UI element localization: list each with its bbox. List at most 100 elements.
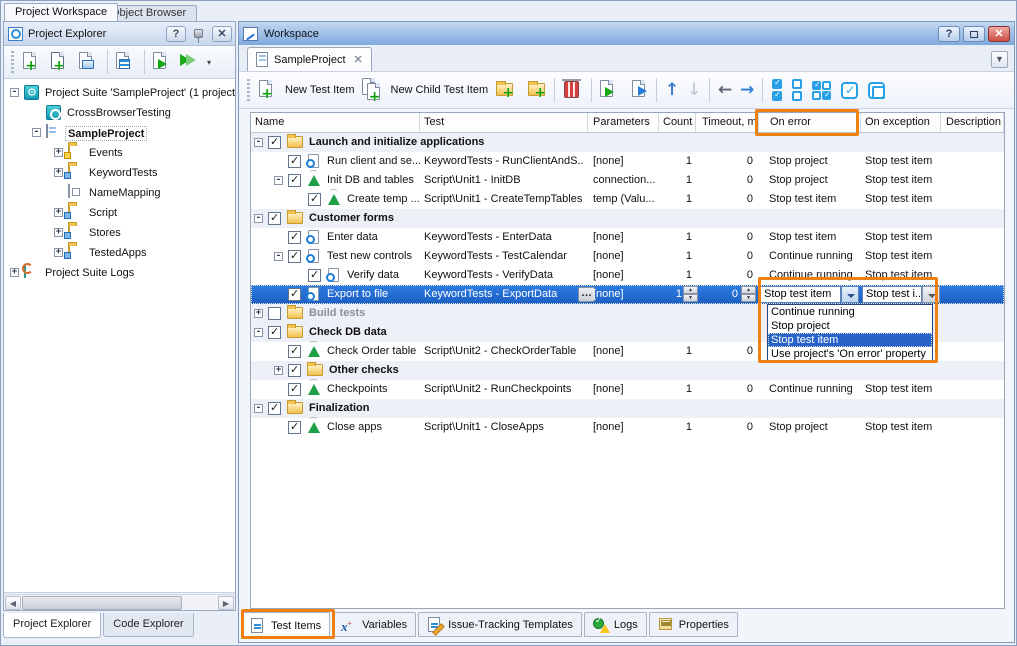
on-exception-combo[interactable]: Stop test i... — [862, 286, 922, 303]
close-tab-icon[interactable]: ✕ — [354, 53, 363, 66]
run-project-button[interactable] — [149, 49, 175, 75]
column-header-parameters[interactable]: Parameters — [588, 113, 659, 132]
timeout-editor-value[interactable]: 0 — [696, 285, 738, 304]
tree-item-keywordtests[interactable]: +KeywordTests — [4, 163, 235, 183]
tree-item-project-suite-sampleproject-1-[interactable]: -Project Suite 'SampleProject' (1 projec… — [4, 83, 235, 103]
on-exception-combo-chevron-icon[interactable] — [922, 286, 940, 303]
count-editor-value[interactable]: 1 — [659, 285, 682, 304]
run-options-caret-icon[interactable]: ▾ — [207, 58, 214, 67]
new-group-button[interactable] — [494, 77, 520, 103]
tree-item-project-suite-logs[interactable]: +Project Suite Logs — [4, 263, 235, 283]
tab-project-workspace[interactable]: Project Workspace — [4, 3, 118, 21]
row-checkbox[interactable] — [308, 193, 321, 206]
row-checkbox[interactable] — [288, 345, 301, 358]
expand-icon[interactable]: + — [54, 208, 63, 217]
new-child-group-button[interactable] — [522, 77, 548, 103]
workspace-help-button[interactable]: ? — [938, 26, 960, 42]
row-checkbox[interactable] — [308, 269, 321, 282]
row-checkbox[interactable] — [288, 155, 301, 168]
row-checkbox[interactable] — [288, 383, 301, 396]
new-child-test-item-button[interactable]: New Child Test Item — [361, 77, 489, 103]
open-project-button[interactable] — [75, 49, 101, 75]
collapse-icon[interactable]: - — [254, 138, 263, 147]
move-up-icon[interactable]: ↑ — [661, 77, 683, 103]
on-error-combo[interactable]: Stop test item — [760, 286, 841, 303]
tab-variables[interactable]: x+Variables — [332, 612, 416, 637]
uncheck-selected-icon[interactable] — [868, 82, 885, 99]
organize-items-button[interactable] — [112, 49, 138, 75]
tree-item-crossbrowsertesting[interactable]: CrossBrowserTesting — [4, 103, 235, 123]
column-header-count[interactable]: Count — [659, 113, 696, 132]
group-row-launch-and-initialize-applicat[interactable]: -Launch and initialize applications — [251, 133, 1004, 152]
tab-test-items[interactable]: Test Items — [241, 612, 330, 639]
column-header-test[interactable]: Test — [420, 113, 588, 132]
close-panel-button[interactable]: ✕ — [212, 26, 232, 42]
column-header-timeout[interactable]: Timeout, min — [696, 113, 759, 132]
row-checkbox[interactable] — [288, 364, 301, 377]
tree-item-sampleproject[interactable]: -SampleProject — [4, 123, 235, 143]
scrollbar-thumb[interactable] — [22, 596, 182, 610]
tree-item-testedapps[interactable]: +TestedApps — [4, 243, 235, 263]
help-button[interactable]: ? — [166, 26, 186, 42]
row-checkbox[interactable] — [288, 250, 301, 263]
test-item-row-init-db-and-tables[interactable]: -Init DB and tablesScript\Unit1 - InitDB… — [251, 171, 1004, 190]
expand-icon[interactable]: + — [54, 228, 63, 237]
new-project-button[interactable] — [47, 49, 73, 75]
collapse-icon[interactable]: - — [254, 404, 263, 413]
check-all-icon[interactable] — [772, 79, 782, 101]
expand-icon[interactable]: + — [54, 168, 63, 177]
invert-checks-icon[interactable] — [812, 81, 831, 100]
column-header-name[interactable]: Name — [251, 113, 420, 132]
collapse-icon[interactable]: - — [274, 176, 283, 185]
tab-sampleproject[interactable]: SampleProject ✕ — [247, 47, 372, 71]
row-checkbox[interactable] — [288, 174, 301, 187]
tab-list-dropdown-icon[interactable]: ▼ — [991, 51, 1008, 68]
test-item-row-run-client-and-se-[interactable]: Run client and se...KeywordTests - RunCl… — [251, 152, 1004, 171]
tree-item-script[interactable]: +Script — [4, 203, 235, 223]
timeout-spinner[interactable]: ▲▼ — [741, 286, 756, 303]
collapse-icon[interactable]: - — [254, 214, 263, 223]
group-row-customer-forms[interactable]: -Customer forms — [251, 209, 1004, 228]
group-row-other-checks[interactable]: +Other checks — [251, 361, 1004, 380]
row-checkbox[interactable] — [268, 212, 281, 225]
column-header-description[interactable]: Description — [941, 113, 1004, 132]
collapse-icon[interactable]: - — [254, 328, 263, 337]
run-project-suite-button[interactable] — [177, 49, 203, 75]
tree-item-namemapping[interactable]: NameMapping — [4, 183, 235, 203]
row-checkbox[interactable] — [268, 136, 281, 149]
test-item-row-checkpoints[interactable]: CheckpointsScript\Unit2 - RunCheckpoints… — [251, 380, 1004, 399]
expand-icon[interactable]: + — [274, 366, 283, 375]
row-checkbox[interactable] — [288, 288, 301, 301]
uncheck-all-icon[interactable] — [792, 79, 802, 101]
test-item-row-close-apps[interactable]: Close appsScript\Unit1 - CloseApps[none]… — [251, 418, 1004, 437]
expand-icon[interactable]: + — [254, 309, 263, 318]
new-test-item-button[interactable]: New Test Item — [255, 77, 355, 103]
row-checkbox[interactable] — [288, 421, 301, 434]
convert-to-test-button[interactable] — [624, 77, 650, 103]
tree-horizontal-scrollbar[interactable]: ◀ ▶ — [4, 594, 235, 610]
row-checkbox[interactable] — [268, 307, 281, 320]
test-item-row-export-to-file[interactable]: Export to fileKeywordTests - ExportData…… — [251, 285, 1004, 304]
expand-icon[interactable]: + — [54, 248, 63, 257]
collapse-icon[interactable]: - — [274, 252, 283, 261]
test-item-row-verify-data[interactable]: Verify dataKeywordTests - VerifyData[non… — [251, 266, 1004, 285]
expand-icon[interactable]: + — [54, 148, 63, 157]
row-checkbox[interactable] — [268, 402, 281, 415]
expand-icon[interactable]: + — [10, 268, 19, 277]
tab-code-explorer[interactable]: Code Explorer — [103, 613, 193, 637]
tab-issue-tracking-templates[interactable]: Issue-Tracking Templates — [418, 612, 582, 637]
new-project-suite-button[interactable] — [19, 49, 45, 75]
dropdown-option-continue-running[interactable]: Continue running — [768, 305, 932, 319]
group-row-finalization[interactable]: -Finalization — [251, 399, 1004, 418]
workspace-restore-button[interactable] — [963, 26, 985, 42]
dropdown-option-stop-test-item[interactable]: Stop test item — [768, 333, 932, 347]
tree-item-events[interactable]: +Events — [4, 143, 235, 163]
tree-item-stores[interactable]: +Stores — [4, 223, 235, 243]
move-right-icon[interactable]: → — [736, 77, 758, 103]
workspace-close-button[interactable]: ✕ — [988, 26, 1010, 42]
scroll-right-icon[interactable]: ▶ — [218, 596, 234, 610]
test-item-row-create-temp-[interactable]: Create temp ...Script\Unit1 - CreateTemp… — [251, 190, 1004, 209]
move-left-icon[interactable]: ← — [714, 77, 736, 103]
dropdown-option-stop-project[interactable]: Stop project — [768, 319, 932, 333]
delete-button[interactable] — [559, 77, 585, 103]
